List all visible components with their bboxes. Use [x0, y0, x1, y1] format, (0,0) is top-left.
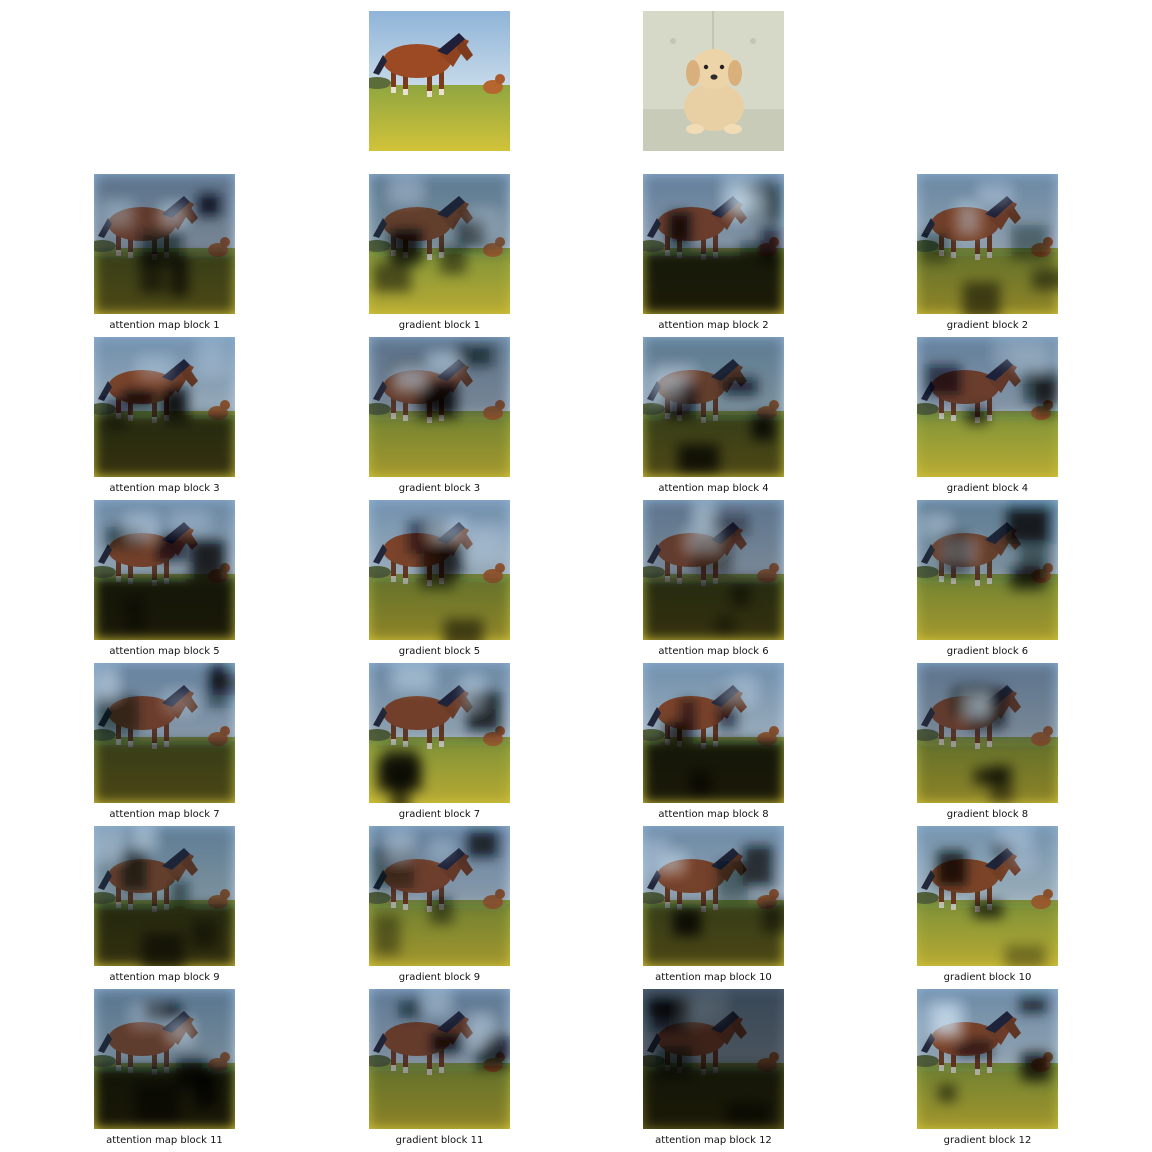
caption-attn4: attention map block 4	[658, 483, 769, 494]
caption-grad12: gradient block 12	[943, 1135, 1032, 1146]
caption-attn8: attention map block 8	[658, 809, 769, 820]
panel-grad10-image	[917, 826, 1058, 966]
panel-attn8-image	[643, 663, 784, 803]
panel-attn6	[643, 500, 784, 640]
panel-attn5	[94, 500, 235, 640]
panel-attn12-image	[643, 989, 784, 1129]
panel-grad9-image	[369, 826, 510, 966]
panel-attn9-image	[94, 826, 235, 966]
caption-attn6: attention map block 6	[658, 646, 769, 657]
caption-grad2: gradient block 2	[946, 320, 1029, 331]
panel-attn11-image	[94, 989, 235, 1129]
caption-attn1: attention map block 1	[109, 320, 220, 331]
input-image-puppy-on-couch-image	[643, 11, 784, 151]
panel-grad7	[369, 663, 510, 803]
panel-grad2	[917, 174, 1058, 314]
input-image-horse-with-dog	[369, 11, 510, 151]
panel-grad3	[369, 337, 510, 477]
caption-attn11: attention map block 11	[106, 1135, 223, 1146]
panel-attn2	[643, 174, 784, 314]
panel-attn6-image	[643, 500, 784, 640]
panel-grad7-image	[369, 663, 510, 803]
panel-grad1-image	[369, 174, 510, 314]
panel-grad12	[917, 989, 1058, 1129]
caption-grad7: gradient block 7	[398, 809, 481, 820]
panel-grad3-image	[369, 337, 510, 477]
panel-attn5-image	[94, 500, 235, 640]
input-image-horse-with-dog-image	[369, 11, 510, 151]
panel-attn4-image	[643, 337, 784, 477]
panel-grad4	[917, 337, 1058, 477]
panel-attn7-image	[94, 663, 235, 803]
caption-grad6: gradient block 6	[946, 646, 1029, 657]
caption-attn10: attention map block 10	[655, 972, 772, 983]
panel-attn3-image	[94, 337, 235, 477]
caption-grad9: gradient block 9	[398, 972, 481, 983]
panel-attn2-image	[643, 174, 784, 314]
panel-grad5-image	[369, 500, 510, 640]
caption-attn3: attention map block 3	[109, 483, 220, 494]
panel-attn7	[94, 663, 235, 803]
panel-grad8-image	[917, 663, 1058, 803]
panel-grad6	[917, 500, 1058, 640]
panel-grad9	[369, 826, 510, 966]
caption-grad11: gradient block 11	[395, 1135, 484, 1146]
panel-attn8	[643, 663, 784, 803]
panel-attn10-image	[643, 826, 784, 966]
panel-attn4	[643, 337, 784, 477]
panel-grad12-image	[917, 989, 1058, 1129]
input-image-puppy-on-couch	[643, 11, 784, 151]
caption-grad8: gradient block 8	[946, 809, 1029, 820]
panel-grad8	[917, 663, 1058, 803]
caption-attn2: attention map block 2	[658, 320, 769, 331]
panel-grad4-image	[917, 337, 1058, 477]
panel-attn1-image	[94, 174, 235, 314]
panel-grad6-image	[917, 500, 1058, 640]
panel-attn3	[94, 337, 235, 477]
caption-attn5: attention map block 5	[109, 646, 220, 657]
caption-attn9: attention map block 9	[109, 972, 220, 983]
panel-grad11	[369, 989, 510, 1129]
caption-grad10: gradient block 10	[943, 972, 1032, 983]
panel-attn11	[94, 989, 235, 1129]
panel-attn12	[643, 989, 784, 1129]
panel-grad5	[369, 500, 510, 640]
caption-grad1: gradient block 1	[398, 320, 481, 331]
panel-grad11-image	[369, 989, 510, 1129]
caption-grad5: gradient block 5	[398, 646, 481, 657]
panel-grad10	[917, 826, 1058, 966]
panel-grad2-image	[917, 174, 1058, 314]
panel-attn9	[94, 826, 235, 966]
panel-grad1	[369, 174, 510, 314]
caption-attn12: attention map block 12	[655, 1135, 772, 1146]
caption-attn7: attention map block 7	[109, 809, 220, 820]
panel-attn10	[643, 826, 784, 966]
caption-grad4: gradient block 4	[946, 483, 1029, 494]
caption-grad3: gradient block 3	[398, 483, 481, 494]
figure-grid: attention map block 1 gradient block 1 att…	[0, 0, 1152, 1152]
panel-attn1	[94, 174, 235, 314]
